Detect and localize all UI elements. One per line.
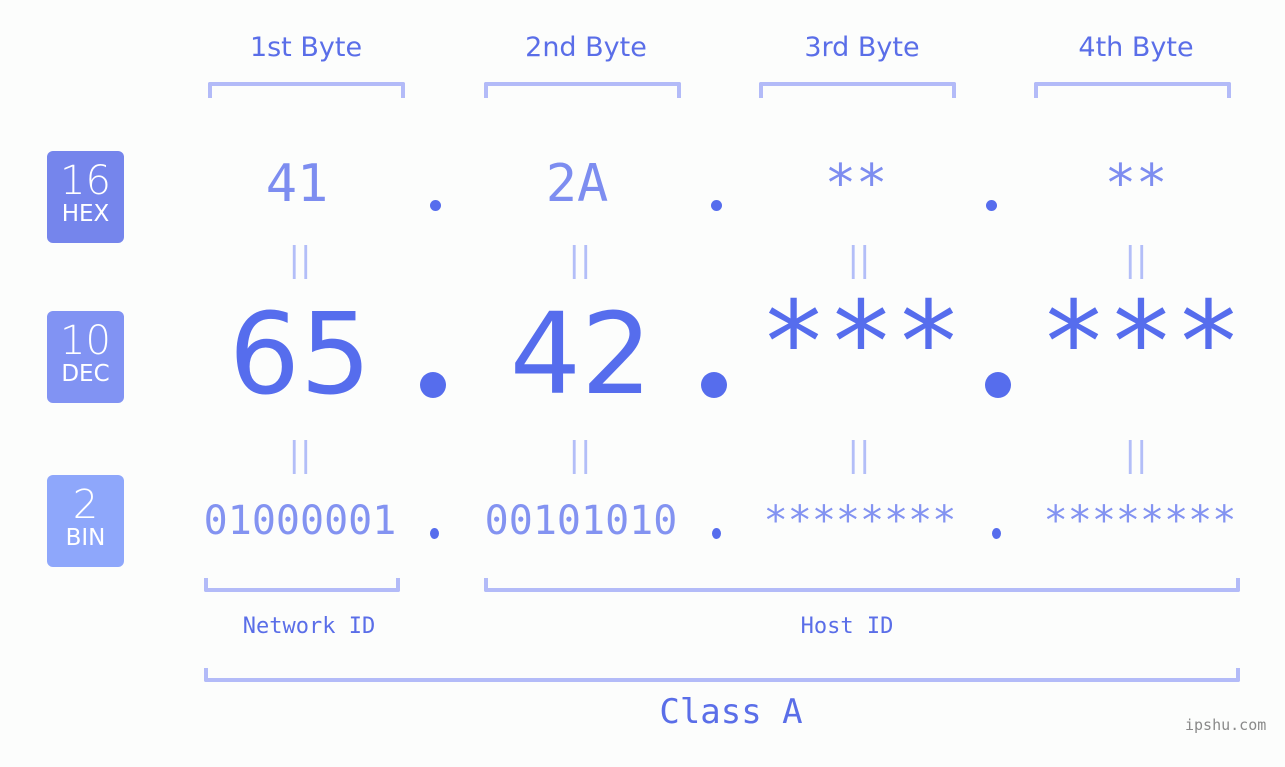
equals-hex-dec-3: || — [847, 240, 871, 280]
network-id-label: Network ID — [242, 614, 376, 639]
dec-dot-3 — [985, 372, 1011, 398]
class-label: Class A — [659, 692, 803, 732]
dec-dot-2 — [701, 372, 727, 398]
hex-base-label: HEX — [61, 201, 110, 227]
equals-dec-bin-2: || — [568, 435, 592, 475]
hex-badge: 16 HEX — [47, 151, 124, 243]
hex-byte-2: 2A — [545, 154, 609, 214]
bin-dot-2 — [712, 528, 721, 539]
bin-byte-2: 00101010 — [484, 498, 678, 544]
dec-byte-2: 42 — [509, 290, 653, 420]
hex-byte-3: ** — [824, 154, 888, 214]
bin-badge: 2 BIN — [47, 475, 124, 567]
dec-dot-1 — [420, 372, 446, 398]
equals-hex-dec-4: || — [1124, 240, 1148, 280]
hex-dot-2 — [711, 200, 722, 211]
byte-header-4: 4th Byte — [1078, 32, 1194, 63]
dec-badge: 10 DEC — [47, 311, 124, 403]
equals-hex-dec-1: || — [288, 240, 312, 280]
dec-byte-4: *** — [1039, 278, 1243, 408]
bin-base-number: 2 — [72, 482, 99, 528]
equals-dec-bin-1: || — [288, 435, 312, 475]
byte-bracket-2 — [484, 82, 681, 98]
dec-base-number: 10 — [60, 318, 111, 364]
hex-dot-3 — [986, 200, 997, 211]
hex-dot-1 — [430, 200, 441, 211]
byte-header-1: 1st Byte — [249, 32, 363, 63]
watermark: ipshu.com — [1185, 716, 1267, 734]
equals-hex-dec-2: || — [568, 240, 592, 280]
hex-byte-4: ** — [1104, 154, 1168, 214]
hex-byte-1: 41 — [265, 154, 329, 214]
host-id-label: Host ID — [800, 614, 894, 639]
bin-dot-3 — [992, 528, 1001, 539]
class-bracket — [204, 668, 1240, 682]
dec-byte-1: 65 — [228, 290, 372, 420]
bin-dot-1 — [430, 528, 439, 539]
network-id-bracket — [204, 578, 400, 592]
bin-byte-1: 01000001 — [203, 498, 397, 544]
bin-base-label: BIN — [65, 525, 106, 551]
byte-bracket-4 — [1034, 82, 1231, 98]
byte-header-2: 2nd Byte — [525, 32, 647, 63]
bin-byte-3: ******** — [763, 498, 957, 544]
dec-byte-3: *** — [759, 278, 963, 408]
dec-base-label: DEC — [61, 361, 110, 387]
equals-dec-bin-4: || — [1124, 435, 1148, 475]
equals-dec-bin-3: || — [847, 435, 871, 475]
byte-bracket-1 — [208, 82, 405, 98]
byte-bracket-3 — [759, 82, 956, 98]
byte-header-3: 3rd Byte — [804, 32, 920, 63]
hex-base-number: 16 — [60, 158, 111, 204]
bin-byte-4: ******** — [1043, 498, 1237, 544]
host-id-bracket — [484, 578, 1240, 592]
